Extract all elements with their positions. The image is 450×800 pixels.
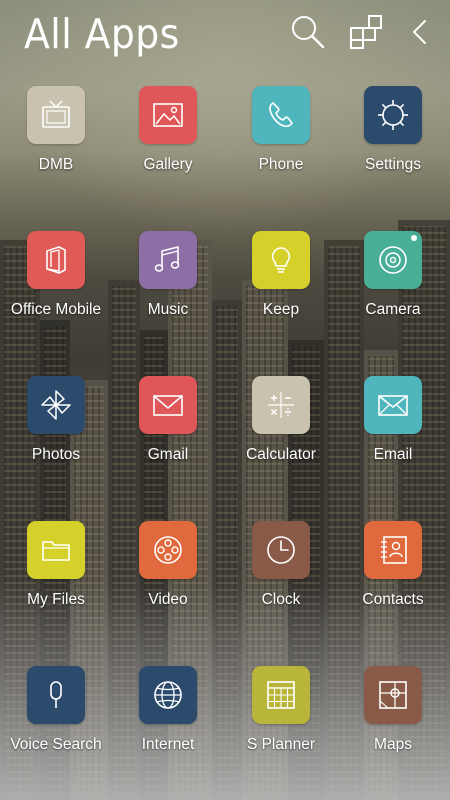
app-keep[interactable]: Keep xyxy=(225,231,337,341)
app-maps[interactable]: Maps xyxy=(337,666,449,776)
app-label: Email xyxy=(373,446,413,463)
app-label: Voice Search xyxy=(10,736,102,753)
app-office-mobile[interactable]: Office Mobile xyxy=(0,231,112,341)
folder-icon xyxy=(42,541,70,561)
app-label: Settings xyxy=(364,156,421,173)
app-label: Phone xyxy=(258,156,304,173)
voice-search-tile xyxy=(27,666,85,724)
app-video[interactable]: Video xyxy=(112,521,224,631)
app-label: Office Mobile xyxy=(10,301,102,318)
settings-gear-icon xyxy=(378,100,408,130)
app-settings[interactable]: Settings xyxy=(337,86,449,196)
app-email[interactable]: Email xyxy=(337,376,449,486)
contacts-book-icon xyxy=(381,536,407,564)
app-label: Maps xyxy=(374,736,412,753)
app-clock[interactable]: Clock xyxy=(225,521,337,631)
gmail-tile xyxy=(139,376,197,434)
app-label: Calculator xyxy=(246,446,316,463)
internet-tile xyxy=(139,666,197,724)
app-label: Gallery xyxy=(143,156,193,173)
keep-tile xyxy=(252,231,310,289)
envelope-icon xyxy=(378,395,408,416)
app-my-files[interactable]: My Files xyxy=(0,521,112,631)
video-tile xyxy=(139,521,197,579)
lightbulb-icon xyxy=(271,247,291,273)
app-label: DMB xyxy=(38,156,74,173)
camera-tile xyxy=(364,231,422,289)
calculator-tile xyxy=(252,376,310,434)
app-voice-search[interactable]: Voice Search xyxy=(0,666,112,776)
dmb-tile xyxy=(27,86,85,144)
contacts-tile xyxy=(364,521,422,579)
microphone-icon xyxy=(50,681,62,708)
app-photos[interactable]: Photos xyxy=(0,376,112,486)
app-label: Clock xyxy=(261,591,301,608)
app-calculator[interactable]: Calculator xyxy=(225,376,337,486)
music-tile xyxy=(139,231,197,289)
s-planner-tile xyxy=(252,666,310,724)
app-grid: DMB Gallery Phone Settings Office Mobile… xyxy=(0,0,450,800)
app-label: My Files xyxy=(27,591,85,608)
app-label: Music xyxy=(147,301,189,318)
calculator-icon xyxy=(268,392,294,418)
app-s-planner[interactable]: S Planner xyxy=(225,666,337,776)
phone-tile xyxy=(252,86,310,144)
app-label: Internet xyxy=(141,736,195,753)
image-icon xyxy=(153,103,183,127)
office-mobile-tile xyxy=(27,231,85,289)
film-reel-icon xyxy=(154,536,182,564)
app-gmail[interactable]: Gmail xyxy=(112,376,224,486)
calendar-icon xyxy=(267,681,295,709)
my-files-tile xyxy=(27,521,85,579)
globe-icon xyxy=(154,681,182,709)
office-icon xyxy=(46,246,66,274)
clock-tile xyxy=(252,521,310,579)
photos-tile xyxy=(27,376,85,434)
app-contacts[interactable]: Contacts xyxy=(337,521,449,631)
maps-tile xyxy=(364,666,422,724)
camera-lens-icon xyxy=(379,246,407,274)
settings-tile xyxy=(364,86,422,144)
map-icon xyxy=(379,681,407,709)
app-camera[interactable]: Camera xyxy=(337,231,449,341)
phone-icon xyxy=(269,102,293,128)
clock-icon xyxy=(267,536,295,564)
notification-dot xyxy=(411,235,417,241)
app-label: Keep xyxy=(262,301,300,318)
app-internet[interactable]: Internet xyxy=(112,666,224,776)
music-note-icon xyxy=(154,246,180,272)
app-dmb[interactable]: DMB xyxy=(0,86,112,196)
app-gallery[interactable]: Gallery xyxy=(112,86,224,196)
app-label: Gmail xyxy=(147,446,189,463)
app-label: Contacts xyxy=(362,591,424,608)
email-tile xyxy=(364,376,422,434)
app-label: Camera xyxy=(365,301,421,318)
app-phone[interactable]: Phone xyxy=(225,86,337,196)
app-label: Photos xyxy=(31,446,81,463)
app-label: Video xyxy=(148,591,188,608)
pinwheel-icon xyxy=(41,390,71,420)
mail-envelope-icon xyxy=(153,395,183,416)
tv-icon xyxy=(42,100,70,128)
gallery-tile xyxy=(139,86,197,144)
app-label: S Planner xyxy=(246,736,316,753)
app-music[interactable]: Music xyxy=(112,231,224,341)
